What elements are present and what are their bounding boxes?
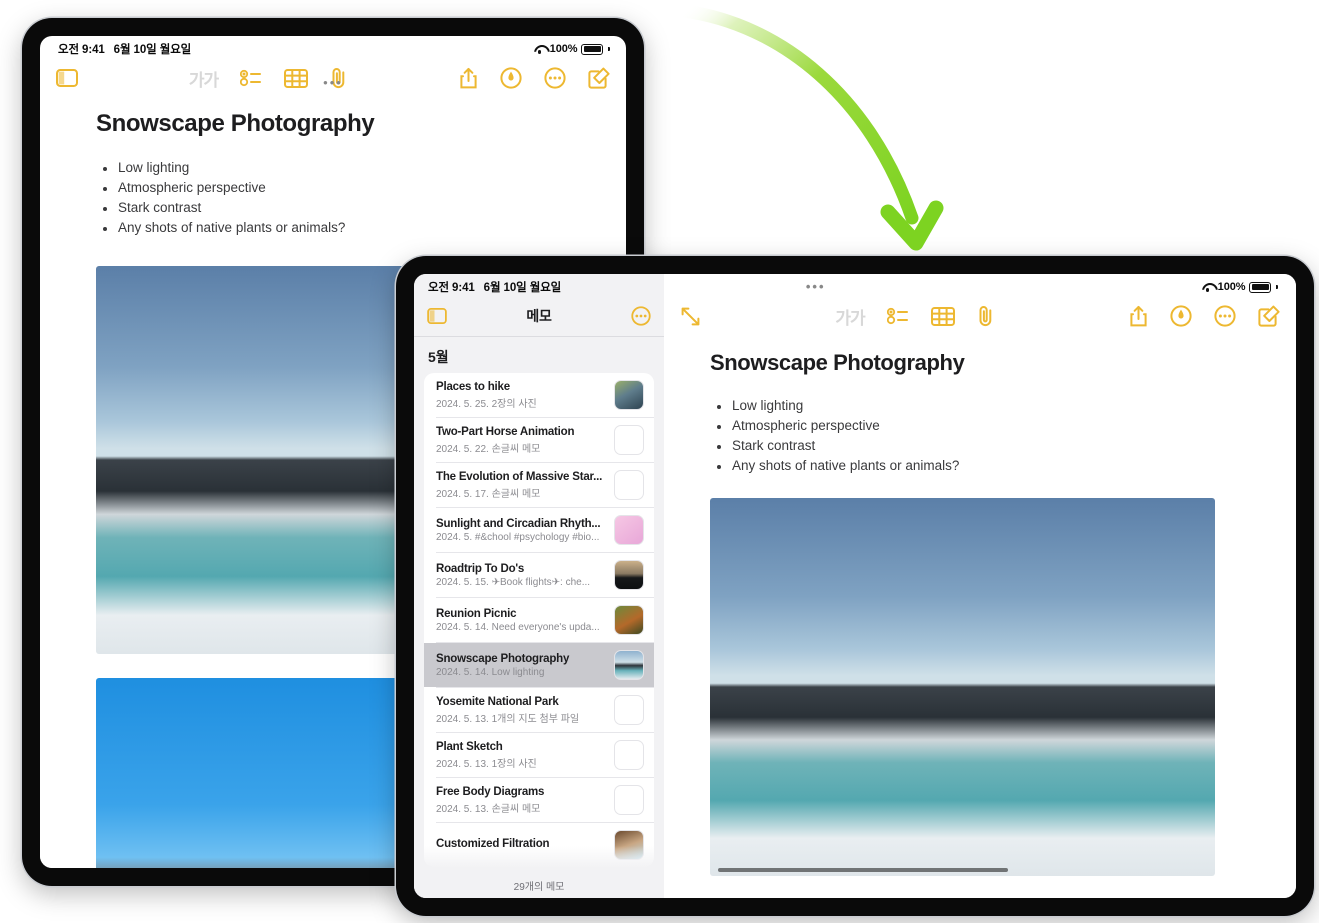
note-bullet: Stark contrast [710, 436, 1262, 456]
more-ellipsis-icon[interactable] [1214, 305, 1236, 327]
notes-list-scroll[interactable]: Places to hike 2024. 5. 25. 2장의 사진 Two-Par… [414, 373, 664, 872]
status-bar-back: 오전 9:41 6월 10일 월요일 100% [40, 36, 626, 58]
note-list-item[interactable]: Sunlight and Circadian Rhyth... 2024. 5. … [424, 508, 654, 552]
sidebar-header: 메모 [414, 296, 664, 336]
note-item-title: Yosemite National Park [436, 695, 559, 708]
note-list-item[interactable]: Reunion Picnic 2024. 5. 14. Need everyone… [424, 598, 654, 642]
note-list-item[interactable]: Plant Sketch 2024. 5. 13. 1장의 사진 [424, 733, 654, 777]
note-bullet: Any shots of native plants or animals? [710, 456, 1262, 476]
sidebar-title: 메모 [526, 308, 552, 324]
note-item-title: Plant Sketch [436, 740, 503, 753]
note-item-meta: 2024. 5. #&chool #psychology #bio... [436, 531, 600, 543]
status-date: 6월 10일 월요일 [483, 282, 562, 294]
ipad-foreground-device: 오전 9:41 6월 10일 월요일 메모 5월 Places to hike … [396, 256, 1314, 916]
table-icon[interactable] [930, 306, 955, 326]
status-time: 오전 9:41 [58, 44, 105, 56]
note-item-thumbnail [614, 740, 644, 770]
note-detail-pane: ••• 100% 가가 Snowscape Photography Low li… [664, 274, 1296, 898]
battery-percent: 100% [1217, 281, 1246, 293]
paperclip-icon[interactable] [977, 305, 995, 327]
note-bullet: Atmospheric perspective [96, 178, 596, 198]
note-bullet: Low lighting [710, 396, 1262, 416]
note-photo-waterfall[interactable] [710, 498, 1215, 876]
note-bullet-list: Low lighting Atmospheric perspective Sta… [710, 396, 1262, 476]
note-title: Snowscape Photography [96, 110, 375, 137]
note-item-thumbnail [614, 605, 644, 635]
note-list-item[interactable]: Free Body Diagrams 2024. 5. 13. 손글씨 메모 [424, 778, 654, 822]
green-curved-arrow [677, 4, 944, 251]
note-bullet: Low lighting [96, 158, 596, 178]
note-item-thumbnail [614, 470, 644, 500]
note-list-item[interactable]: Yosemite National Park 2024. 5. 13. 1개의 지… [424, 688, 654, 732]
markup-pen-icon[interactable] [500, 67, 522, 89]
compose-icon[interactable] [588, 67, 610, 89]
share-icon[interactable] [459, 67, 478, 89]
note-item-meta: 2024. 5. 14. Low lighting [436, 666, 545, 678]
notes-count-label: 29개의 메모 [414, 872, 664, 898]
battery-icon [581, 43, 604, 55]
compose-icon[interactable] [1258, 305, 1280, 327]
note-item-thumbnail [614, 425, 644, 455]
note-title: Snowscape Photography [710, 350, 965, 375]
note-item-thumbnail [614, 695, 644, 725]
note-item-title: Sunlight and Circadian Rhyth... [436, 517, 601, 530]
expand-diagonal-icon[interactable] [680, 306, 701, 327]
note-list-item[interactable]: Roadtrip To Do's 2024. 5. 15. ✈Book fligh… [424, 553, 654, 597]
notes-sidebar: 오전 9:41 6월 10일 월요일 메모 5월 Places to hike … [414, 274, 664, 898]
note-item-meta: 2024. 5. 25. 2장의 사진 [436, 398, 537, 410]
wifi-icon [1202, 282, 1214, 292]
note-bullet-list: Low lighting Atmospheric perspective Sta… [96, 158, 596, 238]
share-icon[interactable] [1129, 305, 1148, 327]
note-list-item[interactable]: Places to hike 2024. 5. 25. 2장의 사진 [424, 373, 654, 417]
checklist-icon[interactable] [886, 307, 909, 325]
note-item-thumbnail [614, 560, 644, 590]
note-list-item[interactable]: The Evolution of Massive Star... 2024. 5.… [424, 463, 654, 507]
markup-pen-icon[interactable] [1170, 305, 1192, 327]
text-format-button[interactable]: 가가 [189, 66, 219, 91]
note-item-meta: 2024. 5. 13. 1개의 지도 첨부 파일 [436, 713, 580, 725]
note-item-meta: 2024. 5. 13. 손글씨 메모 [436, 803, 541, 815]
note-content-front: Snowscape Photography Low lighting Atmos… [664, 336, 1296, 876]
wifi-icon [534, 44, 546, 54]
more-ellipsis-icon[interactable] [544, 67, 566, 89]
note-item-thumbnail [614, 785, 644, 815]
note-item-title: Two-Part Horse Animation [436, 425, 575, 438]
note-toolbar-front: 가가 [664, 296, 1296, 336]
note-item-title: Free Body Diagrams [436, 785, 545, 798]
status-date: 6월 10일 월요일 [113, 44, 192, 56]
note-list-item[interactable]: Two-Part Horse Animation 2024. 5. 22. 손글씨… [424, 418, 654, 462]
battery-percent: 100% [549, 43, 578, 55]
note-bullet: Stark contrast [96, 198, 596, 218]
note-item-thumbnail [614, 650, 644, 680]
table-icon[interactable] [284, 68, 309, 88]
screenshot-stage: 오전 9:41 6월 10일 월요일 100% ••• 가가 Snowscape… [0, 0, 1319, 923]
notes-list: Places to hike 2024. 5. 25. 2장의 사진 Two-Par… [424, 373, 654, 867]
battery-icon [1249, 281, 1272, 293]
note-item-title: Places to hike [436, 380, 510, 393]
sidebar-section-header: 5월 [428, 349, 449, 365]
note-item-title: Reunion Picnic [436, 607, 517, 620]
note-item-meta: 2024. 5. 14. Need everyone's upda... [436, 621, 600, 633]
note-item-meta: 2024. 5. 17. 손글씨 메모 [436, 488, 541, 500]
checklist-icon[interactable] [240, 69, 262, 87]
more-ellipsis-icon[interactable] [631, 306, 651, 326]
multitask-dots-front[interactable]: ••• [806, 280, 826, 293]
note-item-thumbnail [614, 515, 644, 545]
note-item-thumbnail [614, 380, 644, 410]
note-item-meta: 2024. 5. 15. ✈Book flights✈: che... [436, 576, 591, 588]
note-list-item[interactable]: Snowscape Photography 2024. 5. 14. Low li… [424, 643, 654, 687]
note-item-title: Snowscape Photography [436, 652, 570, 665]
note-item-title: The Evolution of Massive Star... [436, 470, 603, 483]
ipad-foreground-screen: 오전 9:41 6월 10일 월요일 메모 5월 Places to hike … [414, 274, 1296, 898]
sidebar-toggle-icon[interactable] [427, 308, 447, 324]
text-format-button[interactable]: 가가 [835, 304, 865, 329]
note-bullet: Atmospheric perspective [710, 416, 1262, 436]
note-bullet: Any shots of native plants or animals? [96, 218, 596, 238]
status-time: 오전 9:41 [428, 282, 475, 294]
note-item-meta: 2024. 5. 13. 1장의 사진 [436, 758, 537, 770]
sidebar-toggle-icon[interactable] [56, 69, 78, 87]
multitask-dots-back[interactable]: ••• [323, 76, 343, 89]
note-item-title: Roadtrip To Do's [436, 562, 525, 575]
note-item-meta: 2024. 5. 22. 손글씨 메모 [436, 443, 541, 455]
